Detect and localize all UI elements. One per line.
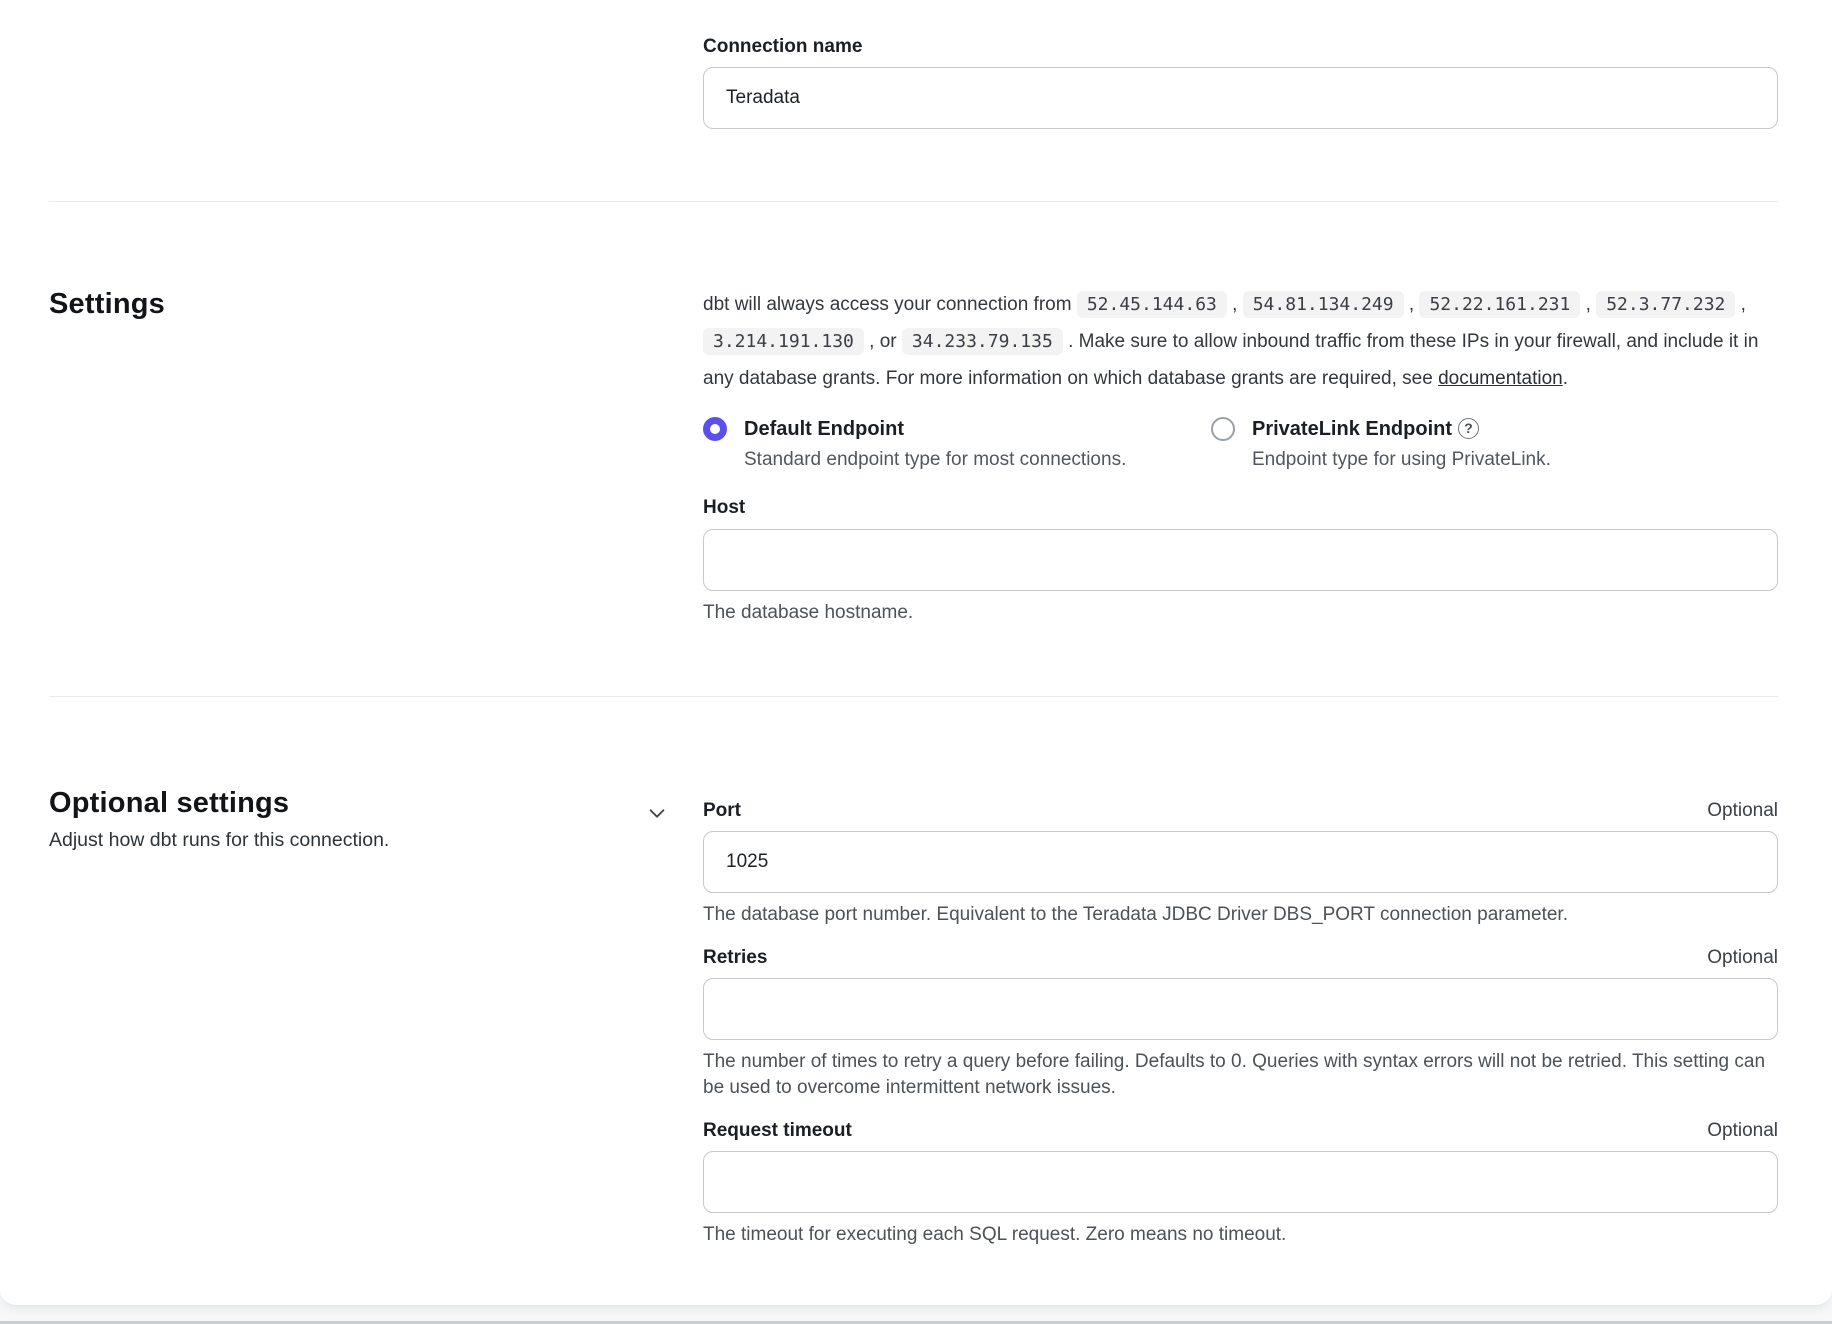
radio-unselected-icon[interactable] bbox=[1211, 417, 1235, 441]
endpoint-option-default[interactable]: Default Endpoint Standard endpoint type … bbox=[703, 415, 1211, 473]
request-timeout-label: Request timeout bbox=[703, 1118, 852, 1144]
retries-input[interactable] bbox=[703, 978, 1778, 1040]
retries-field-group: Retries Optional The number of times to … bbox=[703, 945, 1778, 1101]
ip-badge: 52.45.144.63 bbox=[1077, 291, 1227, 318]
retries-helper-text: The number of times to retry a query bef… bbox=[703, 1049, 1778, 1101]
chevron-down-icon[interactable] bbox=[645, 801, 669, 825]
ip-badge: 54.81.134.249 bbox=[1243, 291, 1404, 318]
settings-heading: Settings bbox=[49, 286, 703, 322]
ip-badge: 34.233.79.135 bbox=[902, 328, 1063, 355]
port-label: Port bbox=[703, 798, 741, 824]
request-timeout-field-group: Request timeout Optional The timeout for… bbox=[703, 1118, 1778, 1248]
host-input[interactable] bbox=[703, 529, 1778, 591]
endpoint-default-label: Default Endpoint bbox=[744, 415, 904, 443]
documentation-link[interactable]: documentation bbox=[1438, 368, 1563, 389]
port-input[interactable] bbox=[703, 831, 1778, 893]
ip-badge: 52.3.77.232 bbox=[1596, 291, 1735, 318]
connection-name-label: Connection name bbox=[703, 34, 862, 60]
endpoint-privatelink-description: Endpoint type for using PrivateLink. bbox=[1252, 447, 1778, 473]
port-field-group: Port Optional The database port number. … bbox=[703, 798, 1778, 928]
settings-section: Settings dbt will always access your con… bbox=[49, 202, 1778, 696]
optional-badge: Optional bbox=[1707, 1118, 1778, 1144]
host-field-group: Host The database hostname. bbox=[703, 495, 1778, 626]
endpoint-option-privatelink[interactable]: PrivateLink Endpoint? Endpoint type for … bbox=[1211, 415, 1778, 473]
endpoint-radio-group: Default Endpoint Standard endpoint type … bbox=[703, 415, 1778, 473]
request-timeout-helper-text: The timeout for executing each SQL reque… bbox=[703, 1222, 1778, 1248]
host-helper-text: The database hostname. bbox=[703, 600, 1778, 626]
connection-name-section: Connection name bbox=[49, 0, 1778, 201]
help-icon[interactable]: ? bbox=[1458, 418, 1479, 439]
request-timeout-input[interactable] bbox=[703, 1151, 1778, 1213]
connection-name-input[interactable] bbox=[703, 67, 1778, 129]
retries-label: Retries bbox=[703, 945, 767, 971]
settings-intro: dbt will always access your connection f… bbox=[703, 286, 1778, 397]
ip-badge: 52.22.161.231 bbox=[1419, 291, 1580, 318]
optional-badge: Optional bbox=[1707, 798, 1778, 824]
host-label: Host bbox=[703, 495, 1778, 521]
optional-settings-section: Optional settings Adjust how dbt runs fo… bbox=[49, 697, 1778, 1265]
optional-badge: Optional bbox=[1707, 945, 1778, 971]
ip-badge: 3.214.191.130 bbox=[703, 328, 864, 355]
optional-settings-heading: Optional settings bbox=[49, 785, 703, 821]
radio-selected-icon[interactable] bbox=[703, 417, 727, 441]
port-helper-text: The database port number. Equivalent to … bbox=[703, 902, 1778, 928]
endpoint-default-description: Standard endpoint type for most connecti… bbox=[744, 447, 1211, 473]
connection-settings-card: Connection name Settings dbt will always… bbox=[0, 0, 1832, 1306]
endpoint-privatelink-label: PrivateLink Endpoint bbox=[1252, 418, 1452, 440]
optional-settings-subheading: Adjust how dbt runs for this connection. bbox=[49, 826, 703, 854]
